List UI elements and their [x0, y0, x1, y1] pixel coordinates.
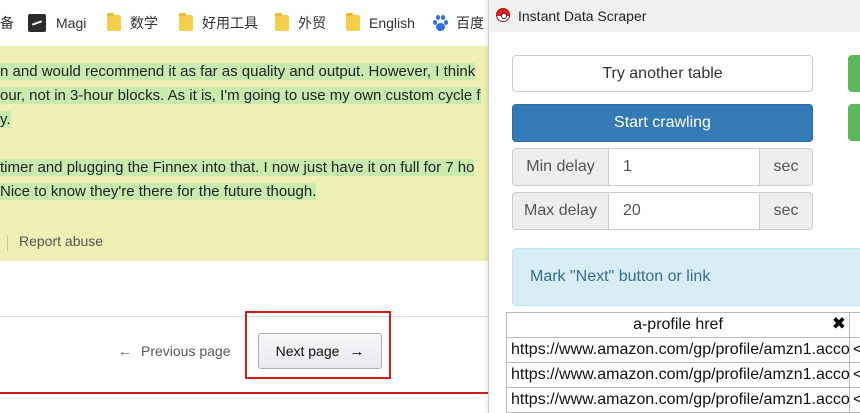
bookmarks-bar: 备 Magi 数学 好用工具 外贸 English 百度 [0, 0, 490, 47]
table-cell: < [848, 387, 860, 413]
bookmark-baidu[interactable]: 百度 [432, 0, 484, 46]
bookmark-magi[interactable]: Magi [28, 0, 86, 46]
title-bar: Instant Data Scraper [489, 0, 860, 32]
next-page-label: Next page [275, 343, 340, 359]
folder-icon [346, 13, 360, 31]
review-text-line: y. [0, 111, 11, 128]
table-cell: https://www.amazon.com/gp/profile/amzn1.… [506, 337, 850, 363]
review-text-line: n and would recommend it as far as quali… [0, 63, 476, 80]
table-row: https://www.amazon.com/gp/profile/amzn1.… [506, 337, 860, 363]
min-delay-group: Min delay sec [512, 148, 813, 186]
folder-icon [107, 13, 121, 31]
table-row: https://www.amazon.com/gp/profile/amzn1.… [506, 387, 860, 413]
bookmark-label: 备 [0, 15, 14, 31]
previous-page-label: Previous page [141, 343, 231, 359]
bookmark-folder-english[interactable]: English [346, 0, 415, 46]
table-row: https://www.amazon.com/gp/profile/amzn1.… [506, 362, 860, 388]
bookmark-folder-tools[interactable]: 好用工具 [179, 0, 258, 46]
scraper-popup-window: Instant Data Scraper Try another table S… [488, 0, 860, 413]
report-abuse-link[interactable]: Report abuse [19, 233, 103, 249]
bookmark-label: 百度 [456, 15, 484, 31]
bookmark-label: 好用工具 [202, 15, 258, 31]
max-delay-unit: sec [759, 192, 813, 230]
divider [7, 235, 8, 251]
green-action-button[interactable] [848, 55, 860, 92]
green-action-button[interactable] [848, 104, 860, 141]
review-text-line: our, not in 3-hour blocks. As it is, I'm… [0, 87, 481, 104]
pokeball-app-icon [496, 8, 510, 22]
bookmark-label: English [369, 15, 415, 31]
min-delay-input[interactable] [609, 148, 759, 186]
try-another-table-button[interactable]: Try another table [512, 55, 813, 92]
baidu-paw-icon [432, 15, 448, 31]
bookmark-label: 外贸 [298, 15, 326, 31]
magi-icon [28, 14, 46, 32]
table-cell: < [848, 337, 860, 363]
arrow-left-icon: ← [118, 343, 132, 359]
data-table: a-profile href ✖ https://www.amazon.com/… [506, 312, 860, 413]
column-header[interactable]: a-profile href ✖ [506, 312, 850, 338]
arrow-right-icon: → [349, 342, 365, 360]
bookmark-folder-math[interactable]: 数学 [107, 0, 158, 46]
min-delay-label: Min delay [512, 148, 609, 186]
max-delay-group: Max delay sec [512, 192, 813, 230]
bookmark-partial[interactable]: 备 [0, 0, 14, 46]
next-page-button[interactable]: Next page → [258, 333, 382, 369]
start-crawling-button[interactable]: Start crawling [512, 104, 813, 142]
previous-page-link[interactable]: ← Previous page [118, 343, 231, 359]
review-body: n and would recommend it as far as quali… [0, 46, 490, 261]
table-cell: https://www.amazon.com/gp/profile/amzn1.… [506, 362, 850, 388]
review-text-line: timer and plugging the Finnex into that.… [0, 159, 475, 176]
table-cell: < [848, 362, 860, 388]
mark-next-button-alert[interactable]: Mark "Next" button or link [512, 248, 860, 306]
max-delay-input[interactable] [609, 192, 759, 230]
table-cell: https://www.amazon.com/gp/profile/amzn1.… [506, 387, 850, 413]
column-header-label: a-profile href [633, 316, 723, 333]
highlight-line [0, 392, 490, 394]
max-delay-label: Max delay [512, 192, 609, 230]
review-text-line: Nice to know they're there for the futur… [0, 183, 317, 200]
column-header [848, 312, 860, 338]
bookmark-folder-trade[interactable]: 外贸 [275, 0, 326, 46]
folder-icon [275, 13, 289, 31]
close-icon[interactable]: ✖ [832, 314, 846, 334]
min-delay-unit: sec [759, 148, 813, 186]
bookmark-label: 数学 [130, 15, 158, 31]
window-title: Instant Data Scraper [518, 8, 647, 24]
bookmark-label: Magi [56, 15, 87, 31]
folder-icon [179, 13, 193, 31]
